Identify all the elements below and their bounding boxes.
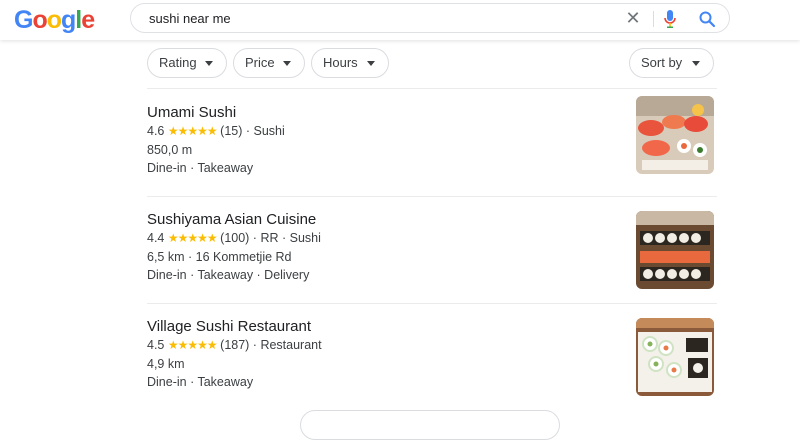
result-details: (15) · Sushi: [220, 124, 285, 138]
rating-stars-icon: ★★★★★: [167, 231, 218, 245]
filter-hours[interactable]: Hours: [311, 48, 389, 78]
rating-value: 4.6: [147, 124, 165, 138]
result-rating-line: 4.4 ★★★★★ (100) · RR · Sushi: [147, 231, 321, 245]
logo-letter-o2: o: [46, 6, 62, 34]
result-details: (187) · Restaurant: [220, 338, 322, 352]
filter-price[interactable]: Price: [233, 48, 305, 78]
search-input[interactable]: sushi near me: [149, 11, 231, 26]
rating-value: 4.5: [147, 338, 165, 352]
logo-letter-g: G: [14, 6, 33, 34]
chevron-down-icon: [692, 61, 700, 66]
sort-by-label: Sort by: [641, 55, 683, 70]
sushi-rolls-image: [636, 318, 714, 396]
close-icon[interactable]: ✕: [624, 9, 642, 27]
divider: [147, 303, 717, 304]
chevron-down-icon: [283, 61, 291, 66]
result-photo[interactable]: [636, 318, 714, 396]
chevron-down-icon: [367, 61, 375, 66]
result-photo[interactable]: [636, 211, 714, 289]
search-box[interactable]: sushi near me ✕: [130, 3, 730, 33]
logo-letter-g2: g: [61, 6, 76, 34]
result-distance: 4,9 km: [147, 357, 185, 371]
chevron-down-icon: [205, 61, 213, 66]
result-details: (100) · RR · Sushi: [220, 231, 321, 245]
result-title[interactable]: Village Sushi Restaurant: [147, 318, 311, 335]
result-services: Dine-in · Takeaway: [147, 375, 254, 389]
search-icon[interactable]: [698, 10, 716, 28]
result-services: Dine-in · Takeaway: [147, 161, 254, 175]
result-distance: 6,5 km · 16 Kommetjie Rd: [147, 250, 292, 264]
result-distance: 850,0 m: [147, 143, 193, 157]
result-umami-sushi[interactable]: Umami Sushi 4.6 ★★★★★ (15) · Sushi 850,0…: [147, 96, 717, 190]
result-rating-line: 4.6 ★★★★★ (15) · Sushi: [147, 124, 285, 138]
rating-stars-icon: ★★★★★: [167, 338, 218, 352]
search-divider: [653, 11, 654, 27]
result-title[interactable]: Sushiyama Asian Cuisine: [147, 211, 316, 228]
filter-price-label: Price: [245, 55, 275, 70]
rating-stars-icon: ★★★★★: [167, 124, 218, 138]
divider: [147, 88, 717, 89]
mic-icon[interactable]: [663, 9, 677, 29]
result-village-sushi[interactable]: Village Sushi Restaurant 4.5 ★★★★★ (187)…: [147, 318, 717, 404]
result-photo[interactable]: [636, 96, 714, 174]
rating-value: 4.4: [147, 231, 165, 245]
logo-letter-o1: o: [32, 6, 47, 34]
google-logo[interactable]: Google: [14, 6, 95, 34]
more-places-button[interactable]: [300, 410, 560, 440]
result-services: Dine-in · Takeaway · Delivery: [147, 268, 310, 282]
result-rating-line: 4.5 ★★★★★ (187) · Restaurant: [147, 338, 322, 352]
logo-letter-e: e: [81, 6, 95, 34]
sushi-platter-image: [636, 96, 714, 174]
filter-rating-label: Rating: [159, 55, 197, 70]
filter-hours-label: Hours: [323, 55, 358, 70]
sort-by-button[interactable]: Sort by: [629, 48, 714, 78]
search-header: Google sushi near me ✕: [0, 0, 800, 40]
result-title[interactable]: Umami Sushi: [147, 104, 236, 121]
result-sushiyama[interactable]: Sushiyama Asian Cuisine 4.4 ★★★★★ (100) …: [147, 211, 717, 297]
sushi-rolls-image: [636, 211, 714, 289]
filter-rating[interactable]: Rating: [147, 48, 227, 78]
divider: [147, 196, 717, 197]
